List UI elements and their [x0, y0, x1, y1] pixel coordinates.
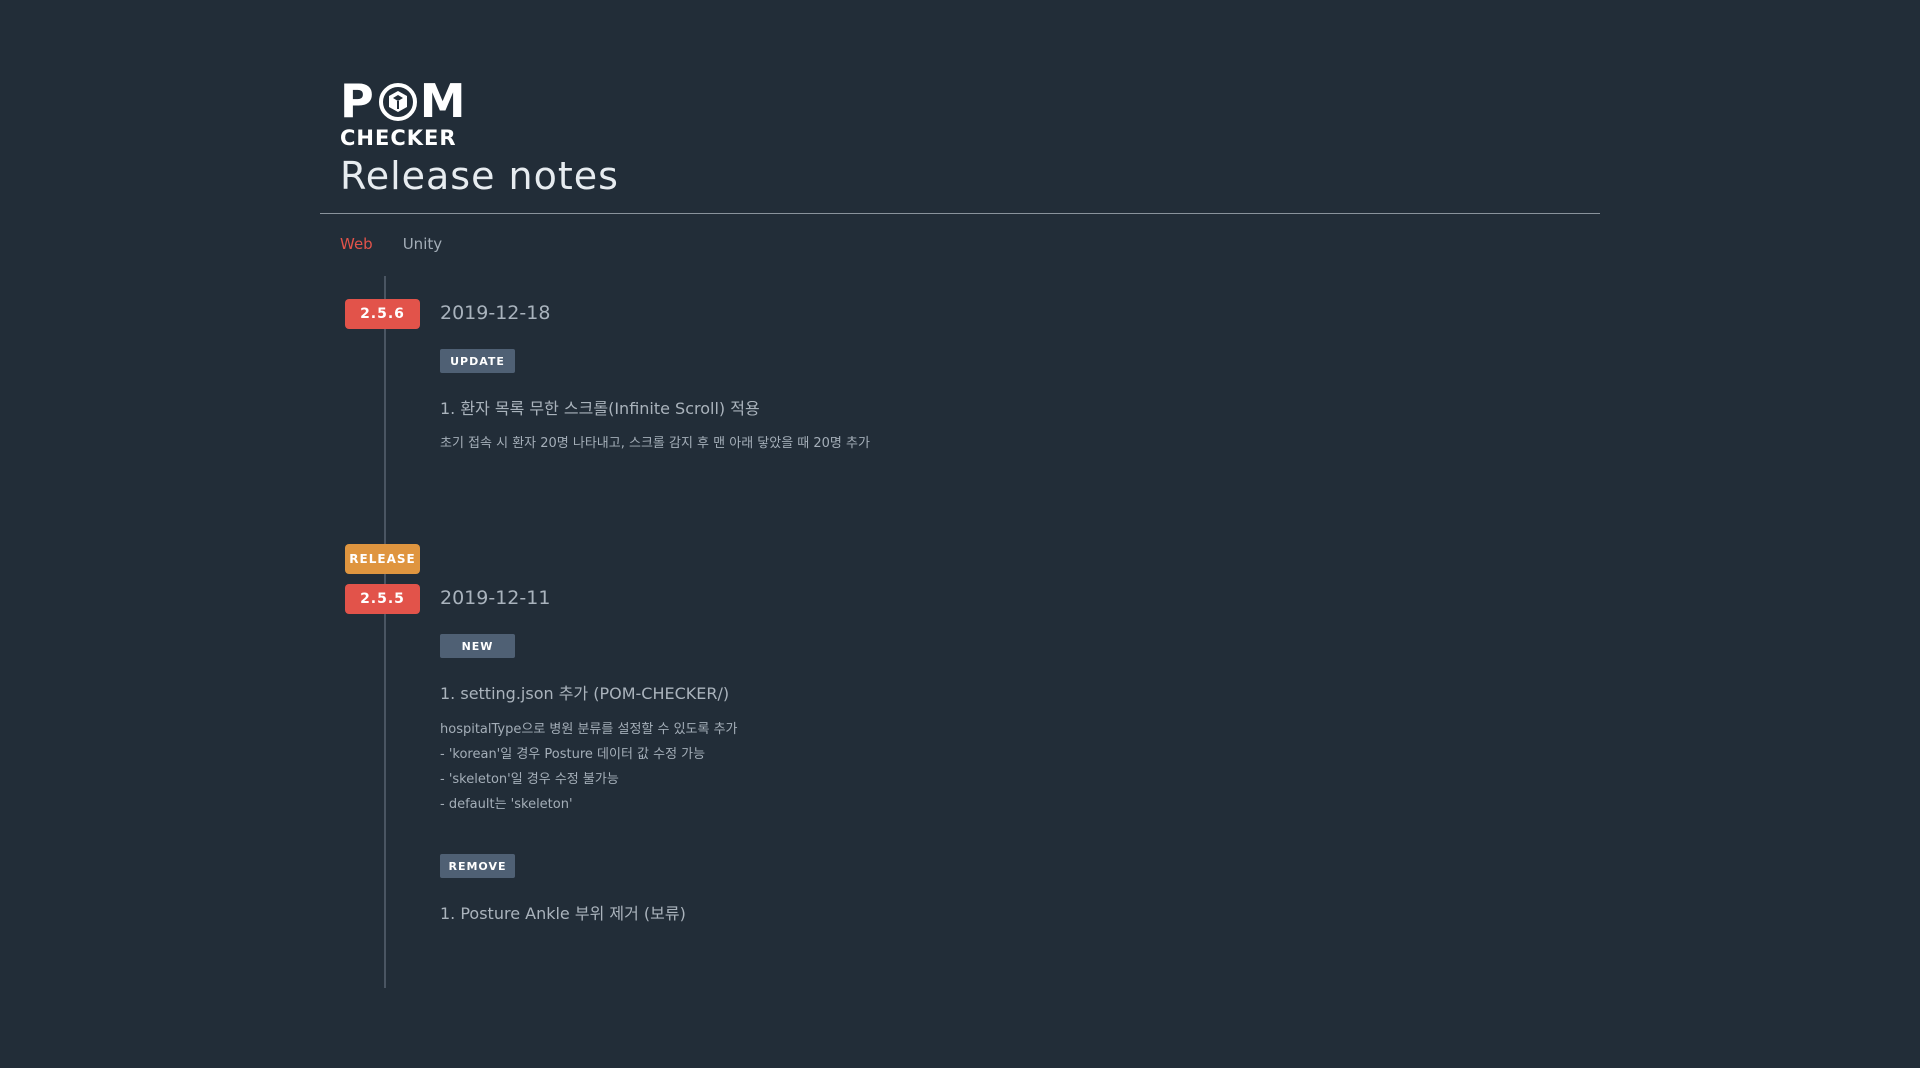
note-title: 1. 환자 목록 무한 스크롤(Infinite Scroll) 적용	[440, 399, 760, 418]
logo-letter-m: M	[419, 74, 468, 128]
remove-tag: REMOVE	[440, 854, 515, 878]
cube-icon	[378, 82, 417, 121]
logo-checker: CHECKER	[340, 126, 457, 150]
note-line: 초기 접속 시 환자 20명 나타내고, 스크롤 감지 후 맨 아래 닿았을 때…	[440, 436, 870, 451]
note-description: 초기 접속 시 환자 20명 나타내고, 스크롤 감지 후 맨 아래 닿았을 때…	[440, 431, 870, 456]
note-line: - 'korean'일 경우 Posture 데이터 값 수정 가능	[440, 747, 706, 762]
note-title: 1. Posture Ankle 부위 제거 (보류)	[440, 904, 686, 923]
note-line: - default는 'skeleton'	[440, 797, 573, 812]
tab-web[interactable]: Web	[340, 235, 373, 253]
platform-tabs: Web Unity	[340, 235, 442, 253]
version-badge: 2.5.6	[345, 299, 420, 329]
page-title: Release notes	[340, 154, 619, 198]
release-badge: RELEASE	[345, 544, 420, 574]
release-date: 2019-12-18	[440, 302, 551, 324]
timeline-line	[384, 276, 386, 988]
header-divider	[320, 213, 1600, 214]
note-title: 1. setting.json 추가 (POM-CHECKER/)	[440, 684, 730, 703]
tab-unity[interactable]: Unity	[403, 235, 442, 253]
release-date: 2019-12-11	[440, 587, 551, 609]
new-tag: NEW	[440, 634, 515, 658]
note-line: hospitalType으로 병원 분류를 설정할 수 있도록 추가	[440, 722, 738, 737]
update-tag: UPDATE	[440, 349, 515, 373]
logo-letter-p: P	[340, 74, 376, 128]
note-description: hospitalType으로 병원 분류를 설정할 수 있도록 추가 - 'ko…	[440, 717, 738, 817]
version-badge: 2.5.5	[345, 584, 420, 614]
note-line: - 'skeleton'일 경우 수정 불가능	[440, 772, 619, 787]
logo: P M CHECKER	[340, 78, 468, 149]
release-notes-page: P M CHECKER Release notes Web Unity 2.5.…	[0, 0, 1920, 1068]
